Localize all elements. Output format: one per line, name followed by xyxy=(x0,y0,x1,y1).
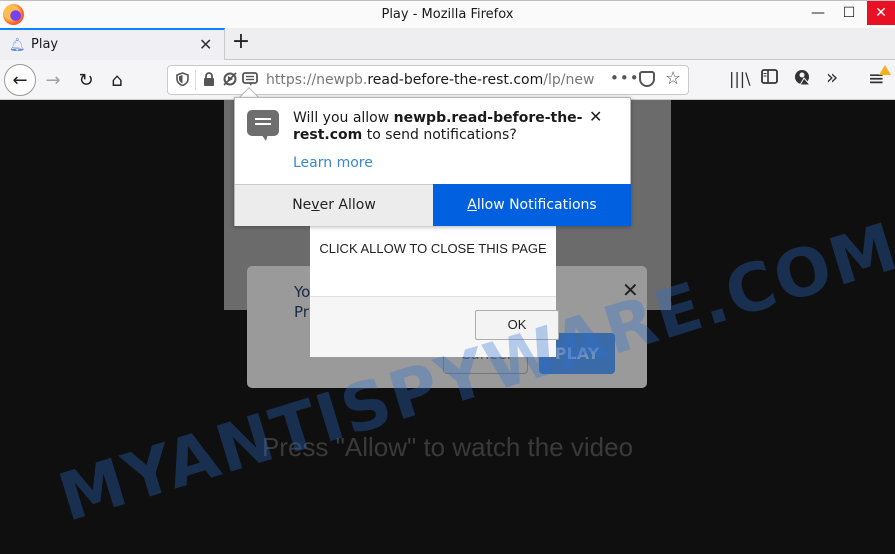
modal-text: Yo Pr xyxy=(294,282,310,322)
never-label-a: Ne xyxy=(292,197,312,213)
pocket-icon[interactable] xyxy=(639,71,655,87)
permission-question: Will you allow newpb.read-before-the-res… xyxy=(293,110,583,144)
allow-accesskey: A xyxy=(467,197,477,213)
bookmark-star-icon[interactable]: ☆ xyxy=(665,68,681,89)
tab-bar: 🔔︎ Play ✕ + xyxy=(0,28,895,60)
notification-message-icon xyxy=(247,110,279,141)
url-host: read-before-the-rest.com xyxy=(367,72,544,88)
library-icon[interactable]: |||\ xyxy=(729,69,751,88)
navigation-toolbar: ← → ↻ ⌂ https://newpb.read-before-the-re… xyxy=(0,60,895,100)
modal-text-line2: Pr xyxy=(294,303,309,321)
allow-label: llow Notifications xyxy=(476,197,597,213)
popup-close-button[interactable]: ✕ xyxy=(589,107,602,126)
modal-close-button[interactable]: ✕ xyxy=(622,278,639,302)
window-title: Play - Mozilla Firefox xyxy=(381,7,514,22)
notification-permission-popup: Will you allow newpb.read-before-the-res… xyxy=(234,97,631,226)
question-suffix: to send notifications? xyxy=(362,127,517,143)
tab-play[interactable]: 🔔︎ Play ✕ xyxy=(0,28,225,60)
modal-text-line1: Yo xyxy=(294,283,311,301)
new-tab-button[interactable]: + xyxy=(228,30,254,56)
learn-more-link[interactable]: Learn more xyxy=(293,155,373,171)
url-scheme: https://newpb. xyxy=(266,72,368,88)
account-warning-icon[interactable] xyxy=(794,69,812,89)
overflow-menu-icon[interactable]: » xyxy=(826,65,838,89)
url-path: /lp/new xyxy=(543,72,595,88)
update-warning-icon xyxy=(879,65,891,75)
lock-icon[interactable] xyxy=(203,72,215,90)
question-prefix: Will you allow xyxy=(293,110,394,126)
urlbar-separator xyxy=(195,70,196,90)
url-text[interactable]: https://newpb.read-before-the-rest.com/l… xyxy=(266,72,604,88)
window-titlebar: Play - Mozilla Firefox — ☐ ✕ xyxy=(0,0,895,28)
allow-notifications-button[interactable]: Allow Notifications xyxy=(433,184,631,226)
close-window-button[interactable]: ✕ xyxy=(867,1,895,25)
alert-dialog: CLICK ALLOW TO CLOSE THIS PAGE OK xyxy=(310,225,559,357)
maximize-button[interactable]: ☐ xyxy=(833,1,865,25)
page-actions-more-button[interactable]: ••• xyxy=(610,69,640,87)
alert-message: CLICK ALLOW TO CLOSE THIS PAGE xyxy=(319,241,547,256)
forward-button[interactable]: → xyxy=(37,64,69,96)
back-button[interactable]: ← xyxy=(4,64,36,96)
tracking-protection-shield-icon[interactable] xyxy=(176,72,189,90)
reload-button[interactable]: ↻ xyxy=(70,64,102,96)
press-allow-message: Press "Allow" to watch the video xyxy=(261,432,634,462)
minimize-button[interactable]: — xyxy=(802,1,834,25)
sidebar-icon[interactable] xyxy=(761,69,778,88)
bell-icon: 🔔︎ xyxy=(9,38,26,53)
alert-footer: OK xyxy=(310,296,559,357)
never-allow-button[interactable]: Never Allow xyxy=(235,184,433,226)
never-accesskey: v xyxy=(311,197,320,213)
autoplay-blocked-icon[interactable] xyxy=(222,72,238,90)
tab-close-button[interactable]: ✕ xyxy=(199,35,212,54)
alert-ok-button[interactable]: OK xyxy=(475,310,559,340)
never-label-b: er Allow xyxy=(319,197,376,213)
home-button[interactable]: ⌂ xyxy=(101,64,133,96)
tab-label: Play xyxy=(31,37,59,52)
